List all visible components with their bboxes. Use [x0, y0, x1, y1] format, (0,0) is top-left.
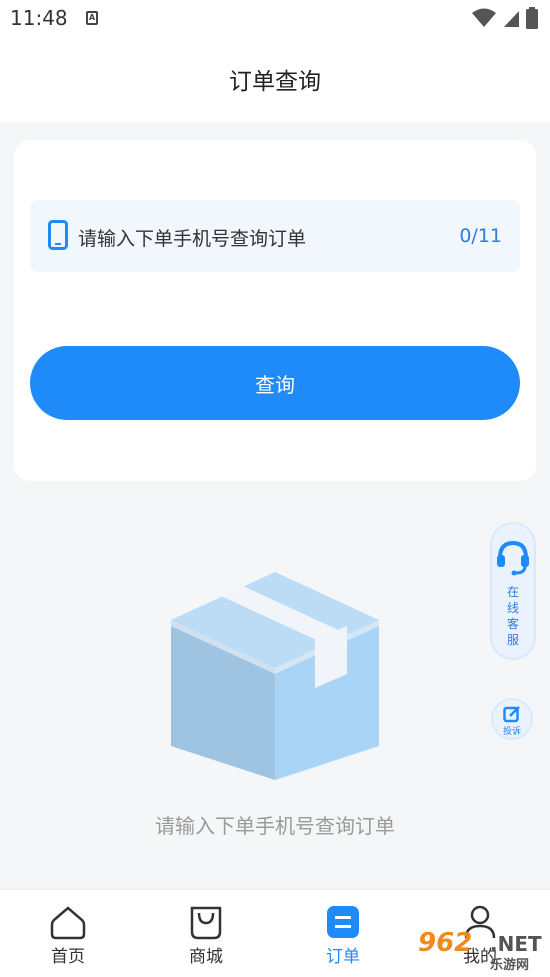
page-title: 订单查询 [229, 69, 321, 95]
phone-icon [48, 220, 68, 254]
signal-icon [504, 11, 519, 27]
watermark-domain: .NET [490, 932, 542, 956]
home-icon [50, 906, 86, 940]
order-icon [327, 906, 359, 938]
empty-box-illustration [165, 568, 385, 787]
search-placeholder: 请输入下单手机号查询订单 [78, 228, 307, 250]
nav-item-mall[interactable]: 商城 [156, 890, 256, 977]
char-counter: 0/11 [459, 225, 502, 247]
online-service-button[interactable]: 在 线 客 服 [490, 522, 536, 660]
query-card: 请输入下单手机号查询订单 0/11 查询 [14, 140, 536, 481]
status-bar: 11:48 A [0, 0, 550, 40]
online-service-label: 在 线 客 服 [506, 585, 519, 647]
nav-item-order[interactable]: 订单 [293, 890, 393, 977]
phone-search-input[interactable]: 请输入下单手机号查询订单 0/11 [30, 200, 520, 272]
empty-state-message: 请输入下单手机号查询订单 [155, 814, 395, 838]
watermark-number: 962 [418, 928, 473, 958]
battery-icon [526, 7, 538, 29]
bag-icon [190, 906, 222, 940]
notification-icon: A [86, 11, 98, 25]
status-time: 11:48 [10, 6, 68, 30]
status-indicators [472, 7, 538, 29]
complaint-label: 投诉 [502, 727, 521, 737]
query-button[interactable]: 查询 [30, 346, 520, 420]
headset-icon [497, 540, 529, 576]
title-bar: 订单查询 [0, 40, 550, 122]
site-watermark-logo: 962 .NET 乐游网 [418, 928, 546, 973]
complaint-button[interactable]: 投诉 [491, 698, 533, 740]
nav-label-order: 订单 [326, 947, 360, 967]
nav-item-home[interactable]: 首页 [18, 890, 118, 977]
nav-label-mall: 商城 [189, 947, 223, 967]
nav-label-home: 首页 [51, 947, 85, 967]
edit-icon [503, 706, 520, 723]
wifi-icon [472, 8, 496, 27]
watermark-site: 乐游网 [490, 958, 530, 973]
